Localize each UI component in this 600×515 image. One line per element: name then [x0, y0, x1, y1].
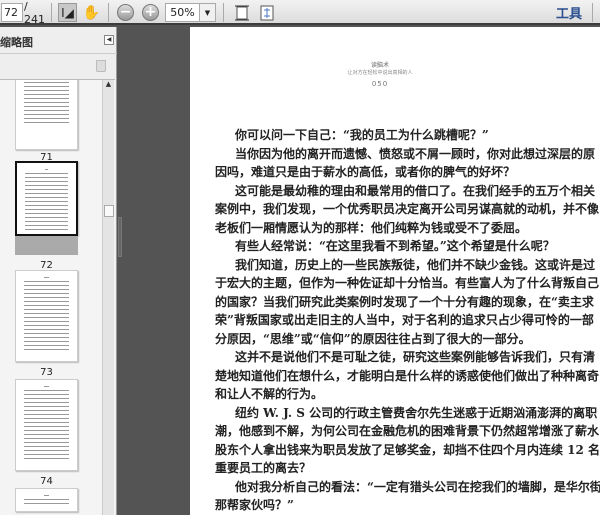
toolbar: 72 / 241 I◢ ✋ − + 50% ▼ 工具	[0, 0, 600, 26]
fit-width-button[interactable]	[233, 3, 251, 22]
scroll-up-icon[interactable]: ▲	[103, 80, 114, 88]
thumbnail-page-72[interactable]	[15, 161, 78, 236]
thumbnail-page-71[interactable]	[15, 80, 78, 150]
thumbnail-page-74[interactable]	[15, 379, 78, 471]
text-line: 我们知道，历史上的一些民族叛徒，他们并不缺少金钱。这或许是过	[235, 257, 596, 272]
thumbnail-label: 73	[40, 367, 53, 378]
text-line: 这可能是最幼稚的理由和最常用的借口了。在我们经手的五万个相关	[235, 183, 596, 198]
thumbnail-scrollbar[interactable]: ▲	[102, 80, 114, 515]
hand-tool-button[interactable]: ✋	[82, 3, 101, 22]
thumbnail-label: 74	[40, 476, 53, 487]
divider	[223, 3, 224, 22]
text-line: 纽约 W. J. S 公司的行政主管费舍尔先生迷惑于近期汹涌澎湃的离职	[235, 405, 598, 420]
thumbnail-page-73[interactable]	[15, 270, 78, 362]
page-number: 050	[371, 80, 389, 88]
text-line: 于宏大的主题，但作为一种佐证却十分恰当。有些富人为了什么背叛自己	[215, 276, 600, 290]
text-line: 这并不是说他们不是可耻之徒，研究这些案例能够告诉我们，只有清	[235, 350, 596, 364]
zoom-level-input[interactable]: 50%	[165, 3, 200, 22]
document-page: 读脑术 让对方在轻松中说出真相的人 050 你可以问一下自己：“我的员工为什么跳…	[190, 27, 600, 515]
chevron-down-icon: ▼	[204, 8, 211, 17]
text-line: 重要员工的离去？	[215, 461, 312, 475]
thumbnail-list: 71 72 73 74 ▲	[0, 79, 115, 515]
zoom-in-button[interactable]: +	[141, 3, 160, 22]
select-tool-button[interactable]: I◢	[58, 3, 77, 22]
text-line: 老板们一厢情愿认为的那样：他们纯粹为钱或受不了委屈。	[215, 220, 528, 235]
fit-page-button[interactable]	[258, 3, 276, 22]
tools-button[interactable]: 工具	[552, 3, 586, 22]
fit-width-icon	[235, 5, 249, 20]
text-line: 和让人不解的行为。	[215, 387, 324, 401]
text-line: 的国家？当我们研究此类案例时发现了一个十分有趣的现象，在“卖主求	[215, 294, 594, 309]
text-line: 股东个人拿出钱来为职员发放了足够奖金，却挡不住四个月内连续 12 名	[215, 442, 600, 457]
zoom-out-button[interactable]: −	[116, 3, 135, 22]
plus-icon: +	[142, 4, 159, 21]
text-cursor-arrow-icon: I◢	[61, 5, 74, 20]
divider	[51, 3, 52, 22]
thumbnails-panel: 缩略图 ◀ 71 72 73 74 ▲	[0, 27, 117, 515]
scrollbar-thumb[interactable]	[104, 205, 114, 217]
panel-header: 缩略图	[0, 27, 117, 54]
text-line: 荣”背叛国家或出走旧主的人当中，对于名利的追求只占少得可怜的一部	[215, 313, 594, 327]
text-line: 他对我分析自己的看法：“一定有猎头公司在挖我们的墙脚，是华尔街	[235, 479, 600, 494]
page-number-input[interactable]: 72	[1, 3, 23, 22]
running-header-subtitle: 让对方在轻松中说出真相的人	[347, 70, 413, 76]
panel-resize-handle[interactable]	[118, 217, 122, 257]
text-line: 分原因，“思维”或“信仰”的原因往往占到了很大的一部分。	[215, 331, 531, 346]
divider	[592, 3, 593, 22]
text-line: 你可以问一下自己：“我的员工为什么跳槽呢？”	[235, 128, 489, 142]
running-header-title: 读脑术	[370, 62, 389, 69]
text-line: 那帮家伙吗？”	[215, 498, 294, 512]
panel-title: 缩略图	[0, 36, 33, 49]
minus-icon: −	[117, 4, 134, 21]
text-line: 潮，他感到不解，为何公司在金融危机的困难背景下仍然超常增涨了薪水，	[215, 424, 600, 438]
trash-icon[interactable]	[96, 60, 106, 72]
divider	[108, 3, 109, 22]
thumbnail-page-75[interactable]	[15, 488, 78, 512]
hand-icon: ✋	[82, 4, 101, 21]
page-total: / 241	[24, 0, 45, 26]
text-line: 案例中，我们发现，一个优秀职员决定离开公司另谋高就的动机，并不像	[215, 202, 600, 216]
fit-page-icon	[260, 5, 274, 20]
zoom-dropdown-button[interactable]: ▼	[200, 3, 216, 22]
text-line: 因吗，难道只是由于薪水的高低，或者你的脾气的好坏？	[215, 165, 516, 179]
text-line: 楚地知道他们在想什么，才能明白是什么样的诱惑使他们做出了种种离奇	[215, 368, 600, 383]
view-region-overlay	[15, 236, 78, 255]
text-line: 有些人经常说：“在这里我看不到希望。”这个希望是什么呢？	[235, 239, 555, 253]
collapse-panel-button[interactable]: ◀	[104, 35, 114, 45]
text-line: 当你因为他的离开而遗憾、愤怒或不屑一顾时，你对此想过深层的原	[235, 146, 596, 161]
